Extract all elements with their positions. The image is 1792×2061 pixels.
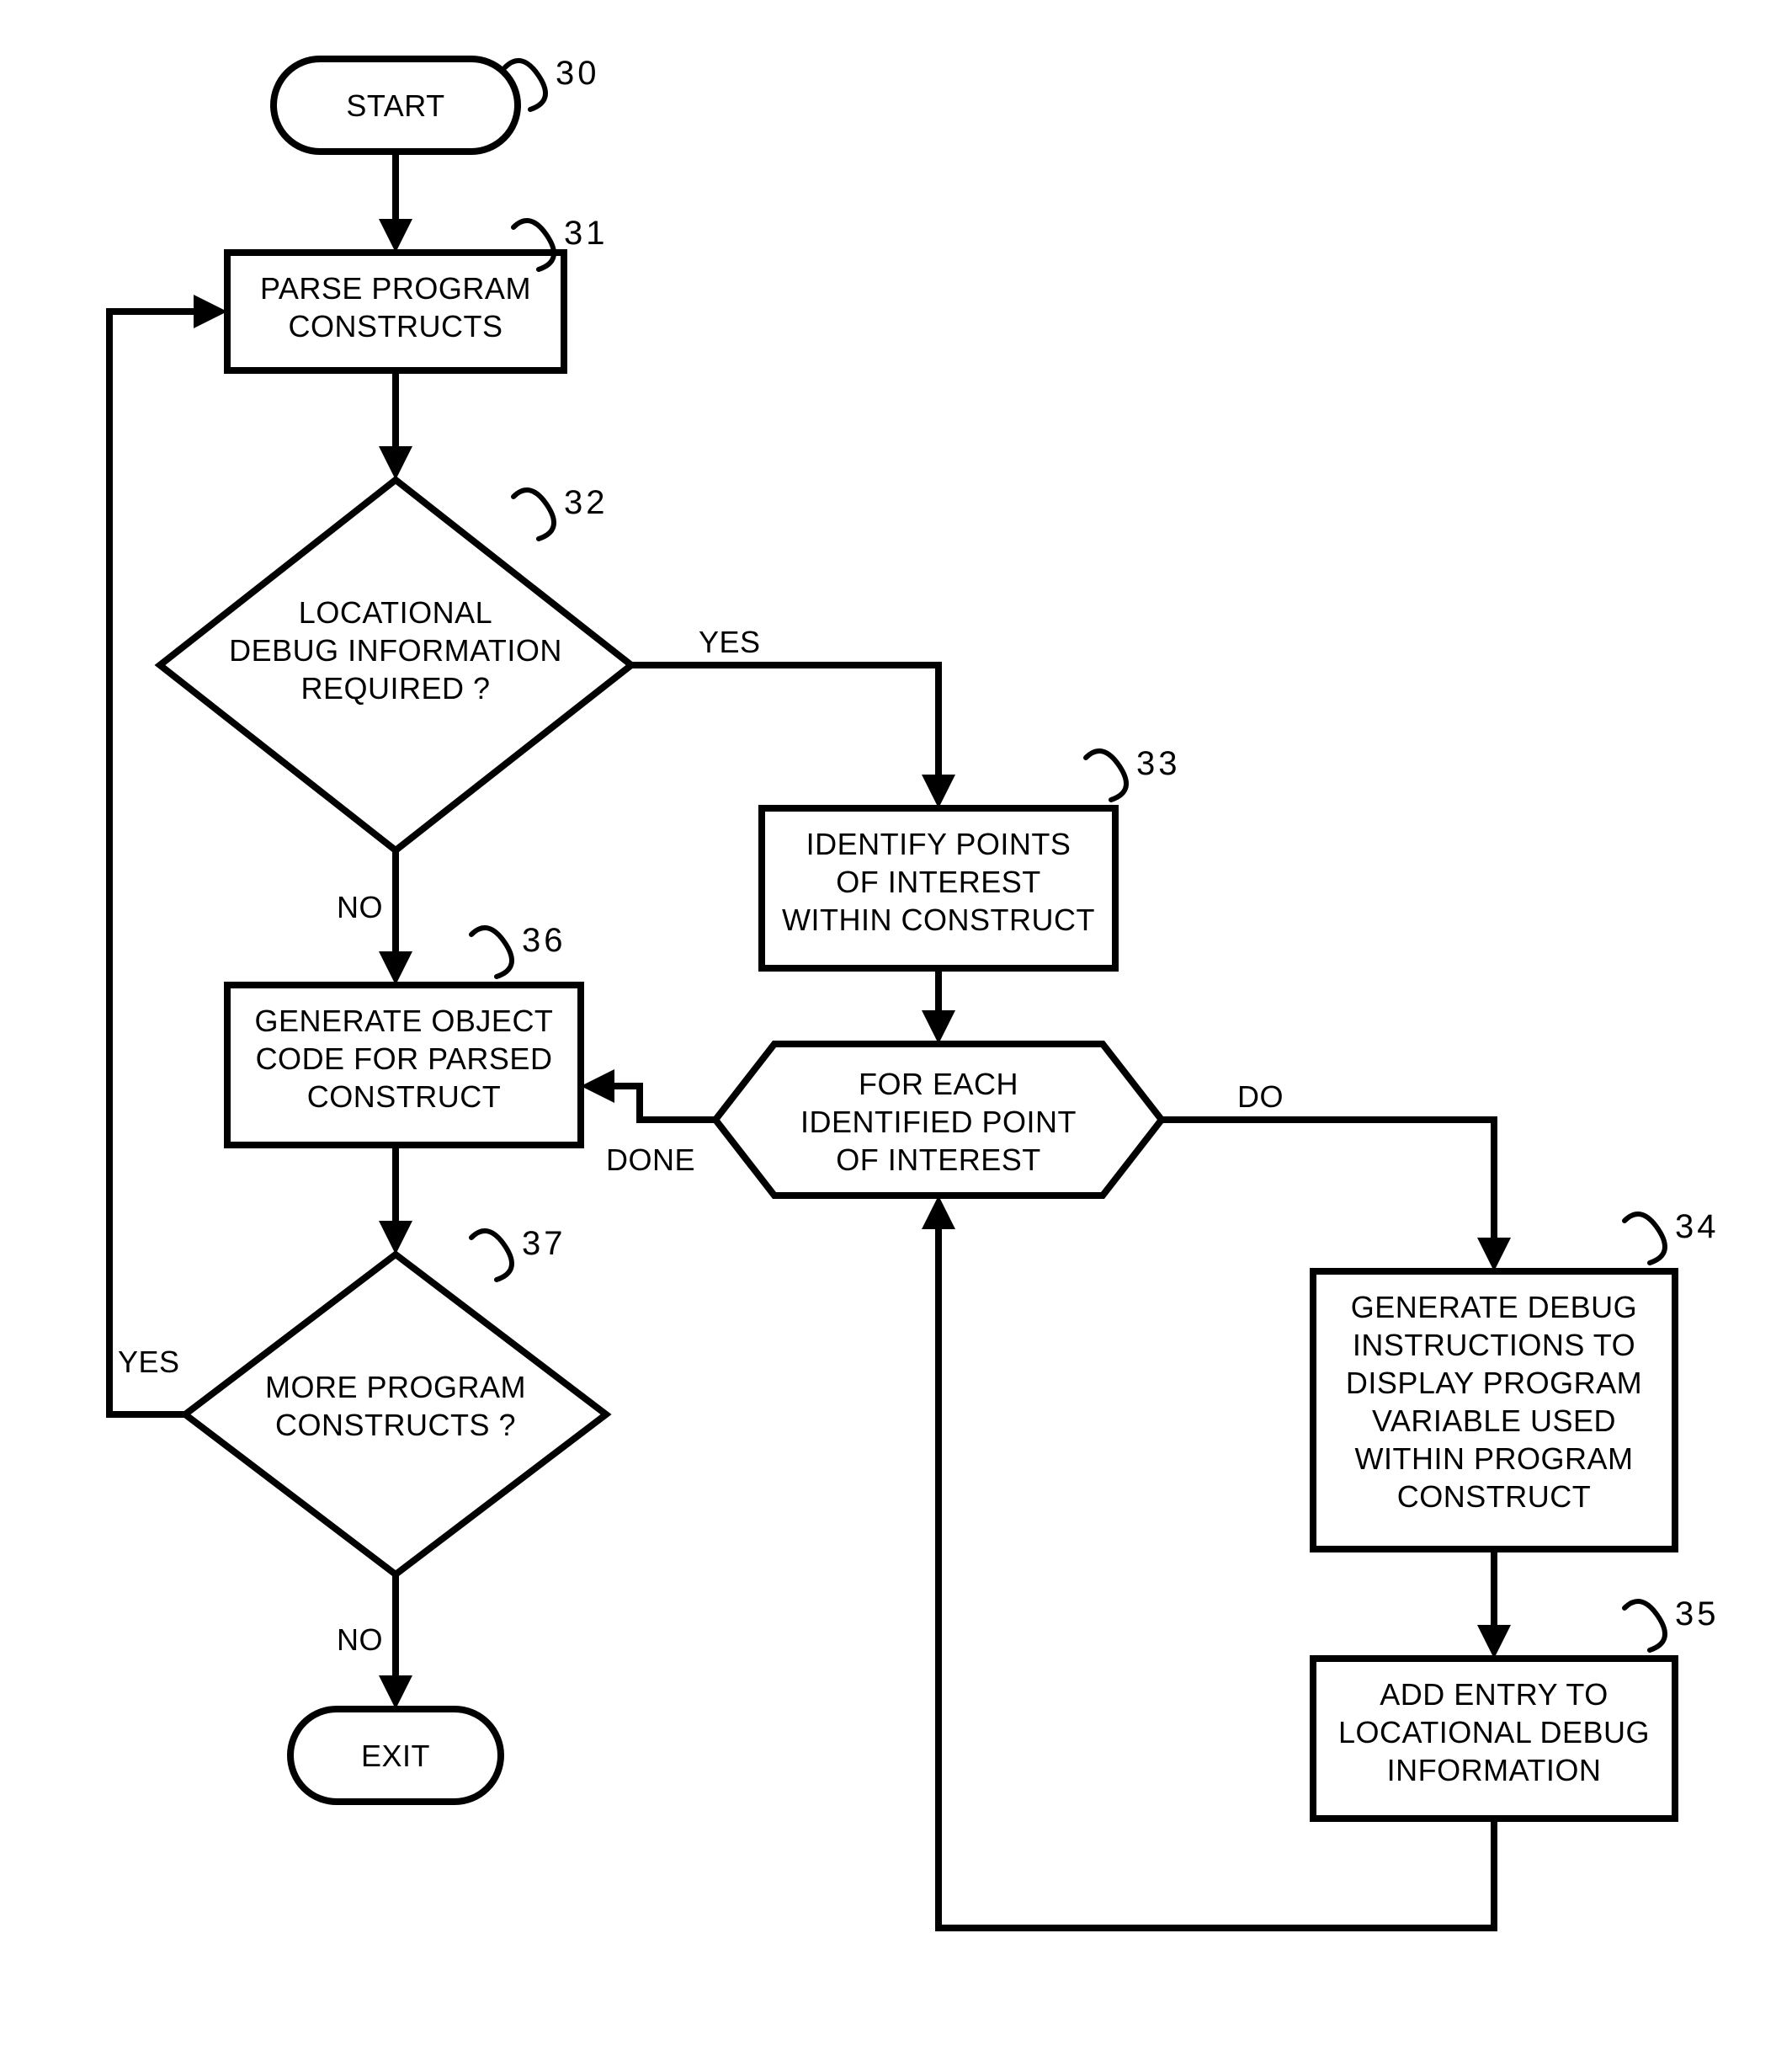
node-decide-loc-line2: REQUIRED ? [300,671,490,706]
node-decide-loc-line1: DEBUG INFORMATION [229,633,562,668]
ref-36-text: 36 [522,922,566,959]
edge-foreach-done: DONE [581,1069,715,1177]
node-parse-line1: CONSTRUCTS [289,309,503,344]
node-add-entry: ADD ENTRY TO LOCATIONAL DEBUG INFORMATIO… [1313,1659,1675,1819]
node-gen-obj: GENERATE OBJECT CODE FOR PARSED CONSTRUC… [227,985,581,1145]
node-gen-debug-line3: VARIABLE USED [1372,1403,1616,1438]
edge-decide-loc-no-label: NO [337,890,383,924]
node-start-text: START [346,88,444,123]
node-add-entry-line2: INFORMATION [1387,1753,1602,1787]
node-foreach-line2: OF INTEREST [836,1142,1041,1177]
edge-identify-to-foreach [922,968,955,1044]
node-identify-line0: IDENTIFY POINTS [806,827,1071,861]
edge-decide-more-no: NO [337,1574,412,1709]
node-decide-more-line1: CONSTRUCTS ? [275,1408,516,1442]
edge-decide-loc-yes: YES [631,625,955,808]
ref-36: 36 [471,922,566,977]
ref-33: 33 [1086,745,1181,800]
edge-decide-more-yes-label: YES [118,1345,180,1379]
node-decide-loc: LOCATIONAL DEBUG INFORMATION REQUIRED ? [160,480,631,850]
ref-34-text: 34 [1675,1208,1720,1245]
node-gen-obj-line1: CODE FOR PARSED [256,1041,553,1076]
node-decide-more: MORE PROGRAM CONSTRUCTS ? [185,1254,606,1574]
node-gen-debug-line4: WITHIN PROGRAM [1355,1441,1634,1476]
node-gen-debug-line2: DISPLAY PROGRAM [1346,1366,1642,1400]
edge-decide-more-no-label: NO [337,1622,383,1657]
edge-start-to-parse [379,152,412,253]
ref-35-text: 35 [1675,1595,1720,1632]
node-parse-line0: PARSE PROGRAM [260,271,531,306]
node-foreach-line0: FOR EACH [859,1067,1018,1101]
edge-foreach-do-label: DO [1237,1079,1284,1114]
edge-gen-debug-to-add-entry [1477,1549,1511,1659]
node-foreach: FOR EACH IDENTIFIED POINT OF INTEREST [715,1044,1162,1196]
ref-31-text: 31 [564,215,609,252]
ref-34: 34 [1624,1208,1720,1263]
node-start: START [274,59,518,152]
edge-decide-loc-yes-label: YES [699,625,761,659]
node-gen-obj-line2: CONSTRUCT [307,1079,501,1114]
ref-33-text: 33 [1136,745,1181,782]
ref-35: 35 [1624,1595,1720,1650]
node-identify-line2: WITHIN CONSTRUCT [782,903,1095,937]
node-decide-loc-line0: LOCATIONAL [299,595,492,630]
edge-foreach-done-label: DONE [606,1142,695,1177]
node-identify-line1: OF INTEREST [836,865,1041,899]
ref-37: 37 [471,1225,566,1280]
ref-32: 32 [513,484,609,539]
edge-foreach-do: DO [1162,1079,1511,1271]
node-foreach-line1: IDENTIFIED POINT [800,1105,1077,1139]
node-gen-debug-line5: CONSTRUCT [1397,1479,1591,1514]
node-parse: PARSE PROGRAM CONSTRUCTS [227,253,564,370]
edge-decide-loc-no: NO [337,850,412,985]
node-gen-debug-line1: INSTRUCTIONS TO [1353,1328,1635,1362]
ref-30-text: 30 [556,55,600,92]
edge-decide-more-yes: YES [109,295,227,1414]
ref-32-text: 32 [564,484,609,521]
node-exit: EXIT [290,1709,501,1802]
node-gen-debug-line0: GENERATE DEBUG [1351,1290,1637,1324]
node-identify: IDENTIFY POINTS OF INTEREST WITHIN CONST… [762,808,1115,968]
edge-gen-obj-to-decide-more [379,1145,412,1254]
node-add-entry-line1: LOCATIONAL DEBUG [1338,1715,1650,1749]
node-gen-obj-line0: GENERATE OBJECT [255,1004,554,1038]
node-gen-debug: GENERATE DEBUG INSTRUCTIONS TO DISPLAY P… [1313,1271,1675,1549]
node-decide-more-line0: MORE PROGRAM [265,1370,526,1404]
node-add-entry-line0: ADD ENTRY TO [1380,1677,1608,1712]
edge-parse-to-decide-loc [379,370,412,480]
node-exit-text: EXIT [361,1739,430,1773]
ref-37-text: 37 [522,1225,566,1262]
